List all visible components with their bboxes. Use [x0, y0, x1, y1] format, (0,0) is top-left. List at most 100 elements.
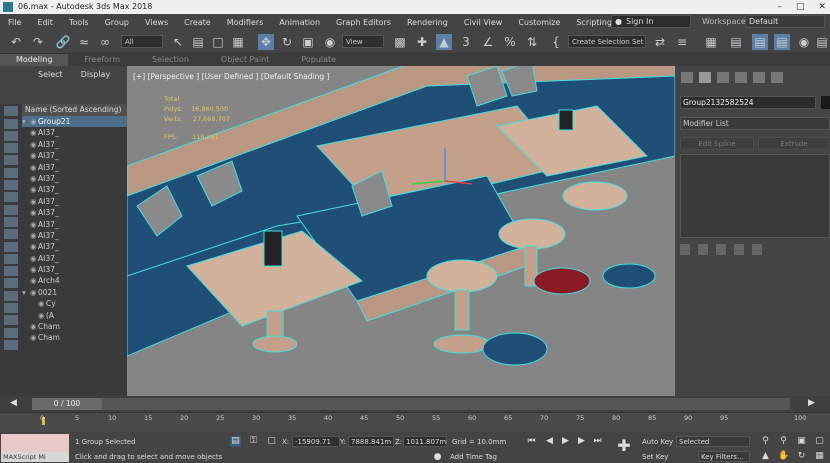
- tree-row[interactable]: ◉AI37_: [22, 184, 127, 195]
- tree-row[interactable]: ◉(A: [22, 310, 127, 321]
- filter-icon[interactable]: [4, 253, 18, 264]
- extrude-button[interactable]: Extrude: [758, 137, 830, 150]
- viewport-label[interactable]: [+] [Perspective ] [User Defined ] [Defa…: [133, 72, 329, 81]
- menu-rendering[interactable]: Rendering: [399, 18, 456, 27]
- unlink-icon[interactable]: ≈: [76, 34, 92, 50]
- next-frame-icon[interactable]: ▶: [576, 436, 587, 447]
- tree-row[interactable]: ◉AI37_: [22, 127, 127, 138]
- selection-filter-dropdown[interactable]: All: [121, 35, 163, 48]
- scene-tree-header[interactable]: Name (Sorted Ascending): [22, 104, 127, 116]
- eye-icon[interactable]: ◉: [30, 253, 38, 264]
- set-key-plus-icon[interactable]: ✚: [616, 438, 632, 454]
- isolate-selection-icon[interactable]: ▤: [230, 436, 241, 447]
- tree-row[interactable]: ◉AI37_: [22, 230, 127, 241]
- select-and-scale-icon[interactable]: ▣: [300, 34, 316, 50]
- eye-icon[interactable]: ◉: [30, 241, 38, 252]
- selection-lock-icon[interactable]: ⚿: [248, 436, 259, 447]
- tab-object-paint[interactable]: Object Paint: [205, 54, 285, 66]
- tree-row[interactable]: ◉AI37_: [22, 150, 127, 161]
- filter-icon[interactable]: [4, 339, 18, 350]
- filter-icon[interactable]: [4, 315, 18, 326]
- tab-modeling[interactable]: Modeling: [0, 54, 69, 66]
- eye-icon[interactable]: ◉: [30, 184, 38, 195]
- select-and-move-icon[interactable]: ✥: [258, 34, 274, 50]
- filter-icon[interactable]: [4, 106, 18, 117]
- show-end-result-icon[interactable]: [698, 244, 708, 255]
- curve-editor-icon[interactable]: ▤: [752, 34, 768, 50]
- tree-row[interactable]: ◉Cham: [22, 321, 127, 332]
- configure-sets-icon[interactable]: [752, 244, 762, 255]
- layer-explorer-icon[interactable]: ▦: [703, 34, 719, 50]
- transform-gizmo-icon[interactable]: ✚: [414, 34, 430, 50]
- filter-icon[interactable]: [4, 241, 18, 252]
- eye-icon[interactable]: ◉: [30, 264, 38, 275]
- tab-select[interactable]: Select: [38, 66, 63, 84]
- display-tab-icon[interactable]: [753, 72, 765, 83]
- tree-row[interactable]: ▾ ◉0021: [22, 287, 127, 298]
- play-icon[interactable]: ▶: [560, 436, 571, 447]
- pan-icon[interactable]: ✋: [778, 451, 789, 462]
- menu-edit[interactable]: Edit: [29, 18, 61, 27]
- filter-icon[interactable]: [4, 167, 18, 178]
- filter-icon[interactable]: [4, 290, 18, 301]
- utilities-tab-icon[interactable]: [771, 72, 783, 83]
- go-to-end-icon[interactable]: ⏭: [592, 436, 603, 447]
- perspective-viewport[interactable]: [+] [Perspective ] [User Defined ] [Defa…: [127, 66, 675, 396]
- menu-group[interactable]: Group: [97, 18, 137, 27]
- filter-icon[interactable]: [4, 118, 18, 129]
- sign-in-button[interactable]: ● Sign In: [611, 15, 691, 28]
- menu-customize[interactable]: Customize: [510, 18, 568, 27]
- close-icon[interactable]: ✕: [818, 0, 826, 14]
- redo-icon[interactable]: ↷: [30, 34, 46, 50]
- filter-icon[interactable]: [4, 229, 18, 240]
- maximize-viewport-icon[interactable]: ▢: [814, 436, 825, 447]
- make-unique-icon[interactable]: [716, 244, 726, 255]
- zoom-icon[interactable]: ⚲: [760, 436, 771, 447]
- edit-spline-button[interactable]: Edit Spline: [680, 137, 754, 150]
- zoom-all-icon[interactable]: ⚲: [778, 436, 789, 447]
- tree-row[interactable]: ◉AI37_: [22, 219, 127, 230]
- track-bar[interactable]: 0 5 10 15 20 25 30 35 40 45 50 55 60 65 …: [0, 412, 830, 432]
- menu-file[interactable]: File: [0, 18, 29, 27]
- eye-icon[interactable]: ◉: [30, 321, 38, 332]
- filter-icon[interactable]: [4, 130, 18, 141]
- eye-icon[interactable]: ◉: [30, 116, 38, 127]
- previous-frame-icon[interactable]: ◀: [544, 436, 555, 447]
- link-icon[interactable]: 🔗: [55, 34, 71, 50]
- select-object-icon[interactable]: ↖: [170, 34, 186, 50]
- eye-icon[interactable]: ◉: [38, 310, 46, 321]
- edit-named-selection-icon[interactable]: {: [548, 34, 564, 50]
- time-back-icon[interactable]: ◀: [10, 398, 17, 408]
- eye-icon[interactable]: ◉: [30, 219, 38, 230]
- tab-display[interactable]: Display: [81, 66, 111, 84]
- go-to-start-icon[interactable]: ⏮: [526, 436, 537, 447]
- z-coordinate-field[interactable]: 1011.807m: [403, 436, 447, 447]
- minimize-icon[interactable]: –: [777, 0, 782, 14]
- filter-icon[interactable]: [4, 327, 18, 338]
- auto-key-button[interactable]: Auto Key: [642, 438, 673, 446]
- eye-icon[interactable]: ◉: [30, 207, 38, 218]
- tree-row[interactable]: ◉AI37_: [22, 264, 127, 275]
- schematic-view-icon[interactable]: ▤: [774, 34, 790, 50]
- tree-row[interactable]: ◉AI37_: [22, 207, 127, 218]
- filter-icon[interactable]: [4, 216, 18, 227]
- filter-icon[interactable]: [4, 278, 18, 289]
- select-by-name-icon[interactable]: ▤: [190, 34, 206, 50]
- set-key-button[interactable]: Set Key: [642, 453, 668, 461]
- tree-row[interactable]: ◉AI37_: [22, 253, 127, 264]
- render-setup-icon[interactable]: ▤: [814, 34, 830, 50]
- object-name-field[interactable]: Group2132582524: [680, 96, 816, 109]
- toggle-ribbon-icon[interactable]: ▤: [728, 34, 744, 50]
- eye-icon[interactable]: ◉: [30, 127, 38, 138]
- mirror-icon[interactable]: ⇄: [652, 34, 668, 50]
- reference-coordinate-dropdown[interactable]: View: [342, 35, 384, 48]
- filter-icon[interactable]: [4, 143, 18, 154]
- eye-icon[interactable]: ◉: [30, 162, 38, 173]
- menu-tools[interactable]: Tools: [61, 18, 97, 27]
- filter-icon[interactable]: [4, 155, 18, 166]
- menu-views[interactable]: Views: [137, 18, 176, 27]
- expand-icon[interactable]: ▾: [22, 287, 30, 298]
- x-coordinate-field[interactable]: -15909.71: [292, 436, 340, 447]
- undo-icon[interactable]: ↶: [8, 34, 24, 50]
- filter-icon[interactable]: [4, 204, 18, 215]
